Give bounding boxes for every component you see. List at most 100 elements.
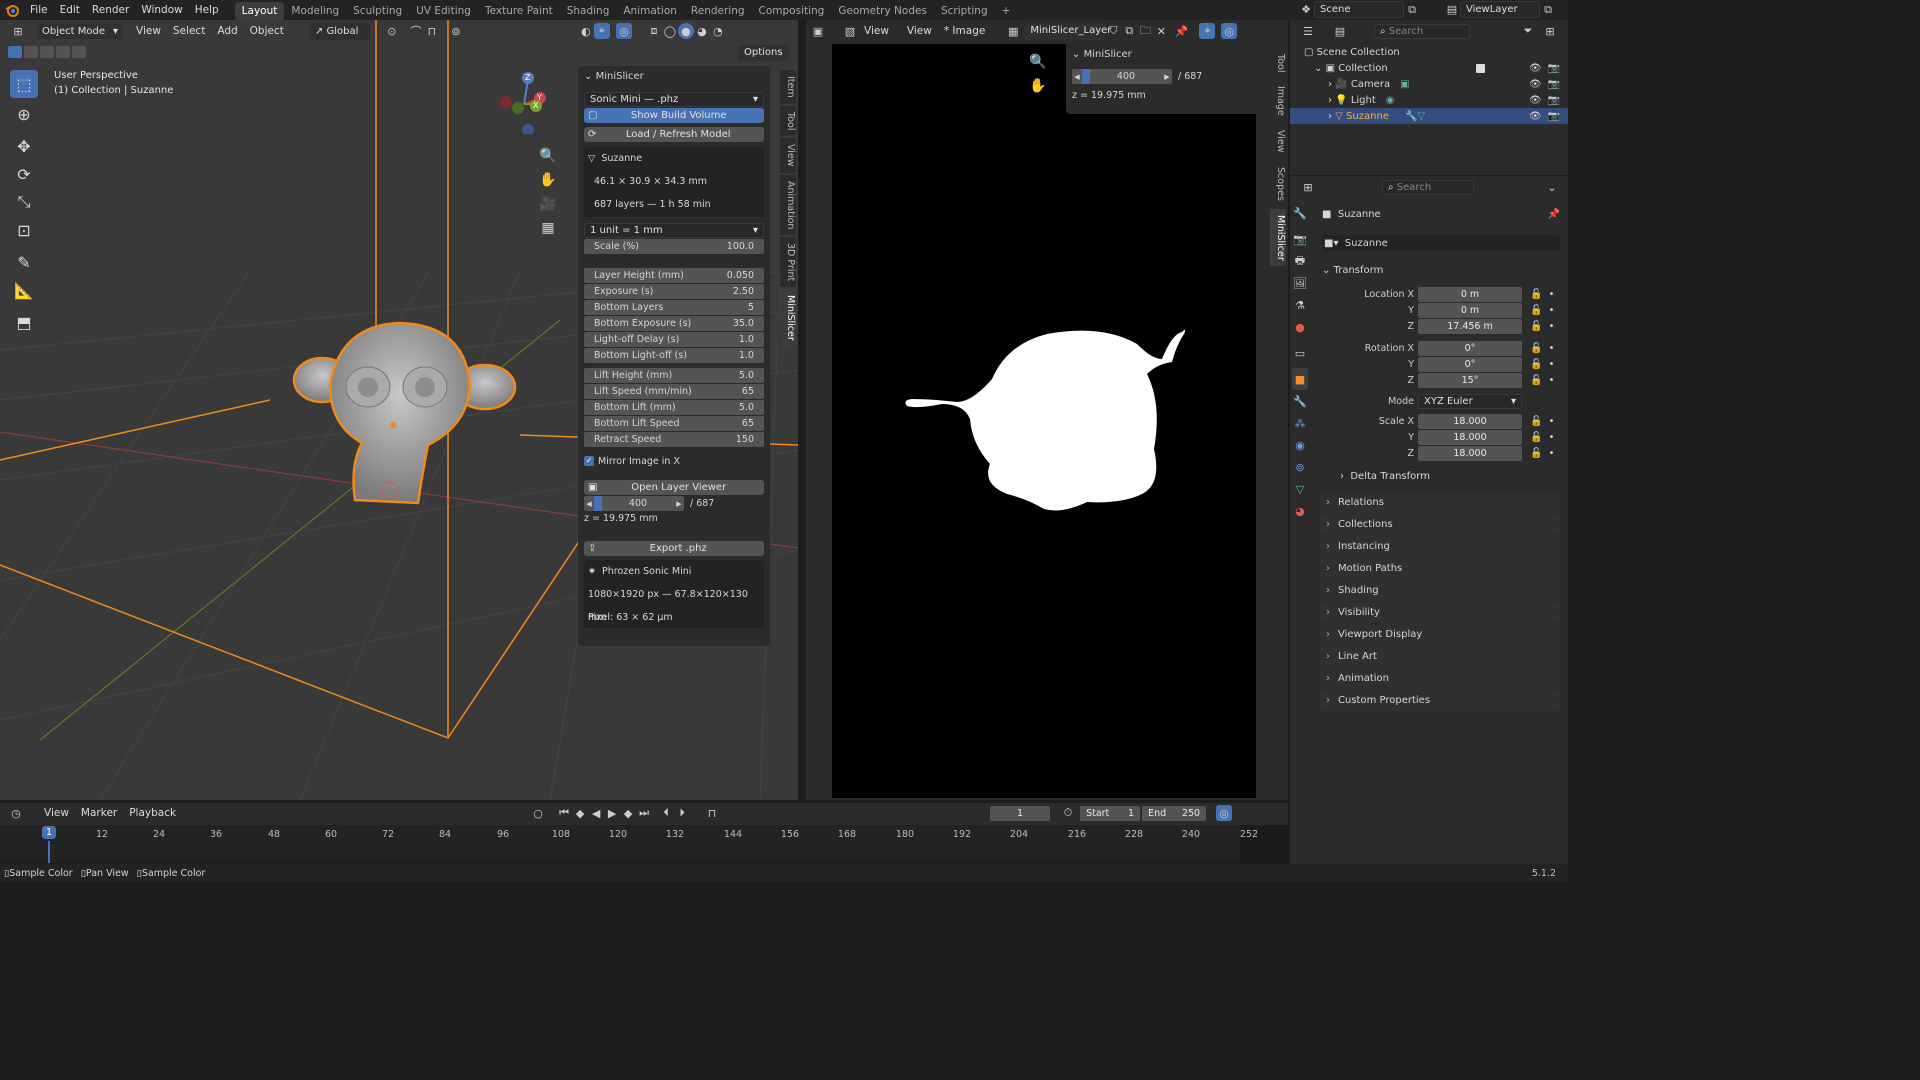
- next-keyframe-icon[interactable]: ◆: [620, 805, 636, 821]
- eye-icon[interactable]: 👁: [1529, 63, 1542, 74]
- add-cube-icon[interactable]: ⬒: [10, 308, 38, 336]
- scale-z-field[interactable]: 18.000: [1418, 445, 1522, 461]
- param-bottom-lift[interactable]: Bottom Lift (mm) 5.0: [584, 400, 764, 415]
- tl-menu-playback[interactable]: Playback: [123, 803, 182, 823]
- viewlayer-name[interactable]: ViewLayer: [1460, 1, 1540, 18]
- keyframe-dot-icon[interactable]: •: [1548, 448, 1554, 459]
- image-browse-icon[interactable]: ▦: [1005, 23, 1021, 39]
- editor-type-icon[interactable]: ⊞: [10, 23, 26, 39]
- tab-scripting[interactable]: Scripting: [934, 2, 995, 20]
- increment-icon[interactable]: ▶: [674, 500, 684, 508]
- ie-menu-view-mode[interactable]: View: [858, 21, 895, 41]
- keyframe-dot-icon[interactable]: •: [1548, 375, 1554, 386]
- outliner-item-camera[interactable]: › 🎥 Camera ▣ 👁 📷: [1290, 76, 1568, 92]
- proportional-edit-icon[interactable]: ⊚: [448, 23, 464, 39]
- transform-panel-header[interactable]: ⌄ Transform: [1322, 261, 1560, 279]
- lock-icon[interactable]: 🔓: [1530, 305, 1542, 316]
- solid-shading-icon[interactable]: ●: [677, 23, 694, 39]
- object-datablock-field[interactable]: ■▾ Suzanne: [1322, 235, 1560, 251]
- menu-help[interactable]: Help: [189, 0, 225, 20]
- rotation-y-field[interactable]: 0°: [1418, 356, 1522, 372]
- ie-tab-view[interactable]: View: [1270, 124, 1286, 159]
- sidetab-3d-print[interactable]: 3D Print: [780, 237, 796, 288]
- select-new-icon[interactable]: [8, 46, 22, 58]
- decrement-icon[interactable]: ◀: [1072, 73, 1082, 81]
- decrement-icon[interactable]: ◀: [584, 500, 594, 508]
- move-icon[interactable]: ✥: [10, 132, 38, 160]
- increment-icon[interactable]: ▶: [1162, 73, 1172, 81]
- rotation-mode-dropdown[interactable]: XYZ Euler ▾: [1418, 393, 1522, 409]
- camera-render-icon[interactable]: 📷: [1548, 63, 1560, 74]
- render-tab-icon[interactable]: 📷: [1292, 228, 1308, 250]
- record-icon[interactable]: ○: [530, 805, 546, 821]
- blender-logo-icon[interactable]: [4, 2, 20, 18]
- suzanne-mesh[interactable]: [290, 315, 520, 510]
- mode-dropdown[interactable]: Object Mode ▾: [36, 22, 124, 40]
- constraints-tab-icon[interactable]: ⊚: [1292, 456, 1308, 478]
- menu-render[interactable]: Render: [86, 0, 135, 20]
- duplicate-icon[interactable]: ⧉: [1121, 23, 1137, 39]
- export-phz-button[interactable]: ⇪ Export .phz: [584, 541, 764, 556]
- collection-tab-icon[interactable]: ▭: [1292, 342, 1308, 364]
- keyframe-dot-icon[interactable]: •: [1548, 343, 1554, 354]
- vp-menu-object[interactable]: Object: [244, 21, 290, 41]
- timer-icon[interactable]: ⏱: [1060, 805, 1076, 821]
- eye-icon[interactable]: 👁: [1529, 95, 1542, 106]
- select-extend-icon[interactable]: [24, 46, 38, 58]
- snap-icon[interactable]: ⌒: [408, 23, 424, 39]
- tool-tab-icon[interactable]: 🔧: [1292, 202, 1308, 224]
- pan-hand-icon[interactable]: ✋: [1029, 74, 1046, 98]
- outliner-search[interactable]: ⌕ Search: [1374, 23, 1470, 39]
- layer-slice-image[interactable]: [832, 44, 1256, 798]
- lock-icon[interactable]: 🔓: [1530, 359, 1542, 370]
- camera-view-icon[interactable]: 🎥: [539, 192, 556, 216]
- start-frame-field[interactable]: Start 1: [1080, 805, 1141, 821]
- annotate-icon[interactable]: ✎: [10, 248, 38, 276]
- tl-menu-view[interactable]: View: [38, 803, 75, 823]
- exclude-checkbox-icon[interactable]: [1475, 63, 1485, 73]
- pin-icon[interactable]: 📌: [1173, 23, 1189, 39]
- location-x-field[interactable]: 0 m: [1418, 286, 1522, 302]
- scene-name[interactable]: Scene: [1314, 1, 1404, 18]
- printer-dropdown[interactable]: Sonic Mini — .phz ▾: [584, 92, 764, 107]
- timeline-editor-icon[interactable]: ◷: [8, 805, 24, 821]
- zoom-icon[interactable]: 🔍: [1029, 50, 1046, 74]
- ie-menu-view[interactable]: View: [901, 21, 938, 41]
- param-light-off-delay[interactable]: Light-off Delay (s) 1.0: [584, 332, 764, 347]
- section-shading[interactable]: Shading: [1320, 580, 1560, 601]
- image-name-field[interactable]: MiniSlicer_Layer: [1025, 22, 1111, 40]
- eye-icon[interactable]: 👁: [1529, 111, 1542, 122]
- jump-end-icon[interactable]: ⏭: [636, 805, 652, 821]
- image-mode-icon[interactable]: ▧: [842, 23, 858, 39]
- navigation-gizmo[interactable]: Z Y X: [496, 72, 562, 134]
- camera-render-icon[interactable]: 📷: [1548, 95, 1560, 106]
- select-box-icon[interactable]: ⬚: [10, 70, 38, 98]
- tab-animation[interactable]: Animation: [616, 2, 684, 20]
- pin-icon[interactable]: 📌: [1548, 209, 1560, 220]
- collection-row[interactable]: ⌄ ▣ Collection 👁 📷: [1290, 60, 1568, 76]
- tl-menu-marker[interactable]: Marker: [75, 803, 123, 823]
- eye-icon[interactable]: 👁: [1529, 79, 1542, 90]
- tab-uv-editing[interactable]: UV Editing: [409, 2, 478, 20]
- options-button[interactable]: Options: [738, 45, 789, 61]
- cursor-icon[interactable]: ⊕: [10, 100, 38, 128]
- camera-render-icon[interactable]: 📷: [1548, 111, 1560, 122]
- section-collections[interactable]: Collections: [1320, 514, 1560, 535]
- expand-icon[interactable]: ›: [1328, 95, 1332, 106]
- prev-keyframe-icon[interactable]: ◆: [572, 805, 588, 821]
- world-tab-icon[interactable]: ●: [1292, 316, 1308, 338]
- pan-hand-icon[interactable]: ✋: [539, 168, 556, 192]
- layer-stepper[interactable]: ◀ 400 ▶: [584, 496, 684, 511]
- pivot-icon[interactable]: ⊙: [384, 23, 400, 39]
- object-tab-icon[interactable]: ■: [1292, 368, 1308, 390]
- fake-user-icon[interactable]: ⛉: [1105, 23, 1121, 39]
- output-tab-icon[interactable]: 🖶: [1292, 250, 1308, 272]
- visibility-icon[interactable]: ◐: [578, 23, 594, 39]
- properties-search[interactable]: ⌕ Search: [1382, 179, 1474, 195]
- keyframe-dot-icon[interactable]: •: [1548, 359, 1554, 370]
- delta-transform-header[interactable]: › Delta Transform: [1328, 467, 1558, 485]
- keyframe-dot-icon[interactable]: •: [1548, 305, 1554, 316]
- end-frame-field[interactable]: End 250: [1142, 805, 1207, 821]
- section-animation[interactable]: Animation: [1320, 668, 1560, 689]
- lock-icon[interactable]: 🔓: [1530, 375, 1542, 386]
